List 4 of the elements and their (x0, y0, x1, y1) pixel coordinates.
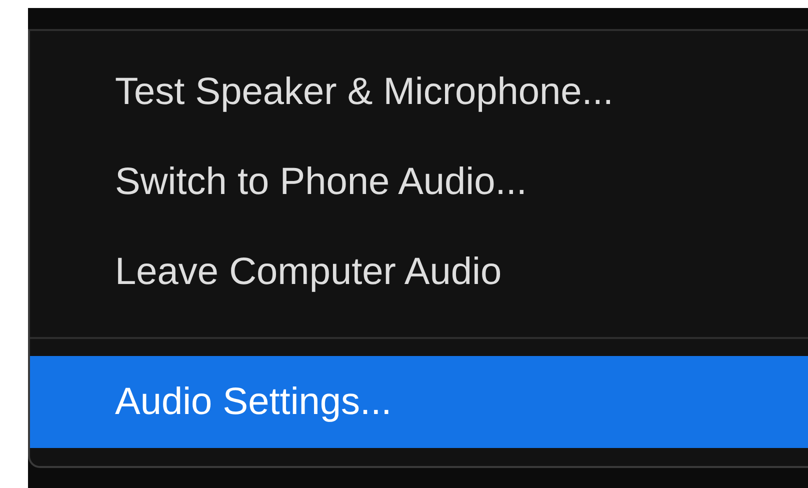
menu-item[interactable]: Audio Settings... (30, 356, 808, 448)
menu-item[interactable]: Switch to Phone Audio... (30, 137, 808, 227)
menu-item[interactable]: Test Speaker & Microphone... (30, 47, 808, 137)
menu-item[interactable]: Leave Computer Audio (30, 227, 808, 317)
